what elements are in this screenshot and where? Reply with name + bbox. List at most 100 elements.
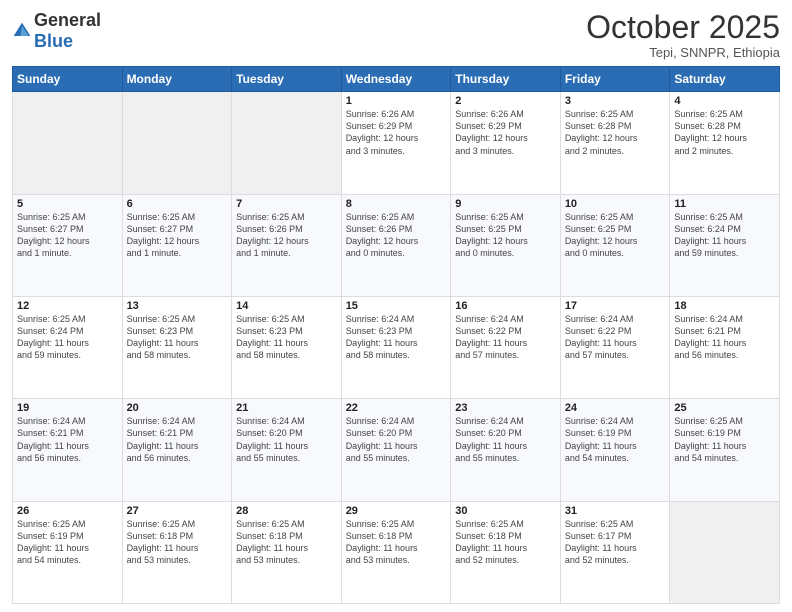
day-info: Sunrise: 6:25 AM Sunset: 6:23 PM Dayligh… [236, 313, 337, 362]
calendar-cell: 1Sunrise: 6:26 AM Sunset: 6:29 PM Daylig… [341, 92, 451, 194]
day-info: Sunrise: 6:25 AM Sunset: 6:19 PM Dayligh… [674, 415, 775, 464]
calendar-cell: 7Sunrise: 6:25 AM Sunset: 6:26 PM Daylig… [232, 194, 342, 296]
calendar-cell: 30Sunrise: 6:25 AM Sunset: 6:18 PM Dayli… [451, 501, 561, 603]
day-number: 30 [455, 505, 556, 517]
day-info: Sunrise: 6:24 AM Sunset: 6:23 PM Dayligh… [346, 313, 447, 362]
day-info: Sunrise: 6:25 AM Sunset: 6:25 PM Dayligh… [455, 211, 556, 260]
week-row-1: 1Sunrise: 6:26 AM Sunset: 6:29 PM Daylig… [13, 92, 780, 194]
calendar-body: 1Sunrise: 6:26 AM Sunset: 6:29 PM Daylig… [13, 92, 780, 604]
day-info: Sunrise: 6:25 AM Sunset: 6:24 PM Dayligh… [17, 313, 118, 362]
day-number: 12 [17, 300, 118, 312]
calendar-cell: 21Sunrise: 6:24 AM Sunset: 6:20 PM Dayli… [232, 399, 342, 501]
calendar-cell [13, 92, 123, 194]
calendar-cell: 10Sunrise: 6:25 AM Sunset: 6:25 PM Dayli… [560, 194, 670, 296]
calendar-cell: 26Sunrise: 6:25 AM Sunset: 6:19 PM Dayli… [13, 501, 123, 603]
day-info: Sunrise: 6:25 AM Sunset: 6:28 PM Dayligh… [565, 108, 666, 157]
calendar-cell [670, 501, 780, 603]
header-sunday: Sunday [13, 67, 123, 92]
day-info: Sunrise: 6:26 AM Sunset: 6:29 PM Dayligh… [346, 108, 447, 157]
day-info: Sunrise: 6:24 AM Sunset: 6:21 PM Dayligh… [127, 415, 228, 464]
day-number: 16 [455, 300, 556, 312]
week-row-5: 26Sunrise: 6:25 AM Sunset: 6:19 PM Dayli… [13, 501, 780, 603]
day-number: 10 [565, 198, 666, 210]
day-number: 27 [127, 505, 228, 517]
days-header-row: Sunday Monday Tuesday Wednesday Thursday… [13, 67, 780, 92]
day-info: Sunrise: 6:24 AM Sunset: 6:21 PM Dayligh… [17, 415, 118, 464]
calendar-cell: 14Sunrise: 6:25 AM Sunset: 6:23 PM Dayli… [232, 296, 342, 398]
week-row-3: 12Sunrise: 6:25 AM Sunset: 6:24 PM Dayli… [13, 296, 780, 398]
day-number: 15 [346, 300, 447, 312]
day-number: 8 [346, 198, 447, 210]
header-friday: Friday [560, 67, 670, 92]
day-number: 25 [674, 402, 775, 414]
calendar-cell: 9Sunrise: 6:25 AM Sunset: 6:25 PM Daylig… [451, 194, 561, 296]
calendar-cell: 5Sunrise: 6:25 AM Sunset: 6:27 PM Daylig… [13, 194, 123, 296]
logo-icon [12, 21, 32, 41]
day-number: 6 [127, 198, 228, 210]
day-info: Sunrise: 6:24 AM Sunset: 6:19 PM Dayligh… [565, 415, 666, 464]
calendar-cell: 12Sunrise: 6:25 AM Sunset: 6:24 PM Dayli… [13, 296, 123, 398]
calendar-cell: 8Sunrise: 6:25 AM Sunset: 6:26 PM Daylig… [341, 194, 451, 296]
calendar-cell [122, 92, 232, 194]
day-info: Sunrise: 6:26 AM Sunset: 6:29 PM Dayligh… [455, 108, 556, 157]
logo-general: General [34, 10, 101, 30]
calendar-cell: 6Sunrise: 6:25 AM Sunset: 6:27 PM Daylig… [122, 194, 232, 296]
calendar-cell: 27Sunrise: 6:25 AM Sunset: 6:18 PM Dayli… [122, 501, 232, 603]
day-info: Sunrise: 6:25 AM Sunset: 6:19 PM Dayligh… [17, 518, 118, 567]
calendar-cell: 3Sunrise: 6:25 AM Sunset: 6:28 PM Daylig… [560, 92, 670, 194]
day-number: 29 [346, 505, 447, 517]
calendar-cell: 29Sunrise: 6:25 AM Sunset: 6:18 PM Dayli… [341, 501, 451, 603]
calendar-table: Sunday Monday Tuesday Wednesday Thursday… [12, 66, 780, 604]
logo-text: General Blue [34, 10, 101, 52]
day-info: Sunrise: 6:25 AM Sunset: 6:18 PM Dayligh… [346, 518, 447, 567]
calendar-cell: 2Sunrise: 6:26 AM Sunset: 6:29 PM Daylig… [451, 92, 561, 194]
logo: General Blue [12, 10, 101, 52]
day-number: 17 [565, 300, 666, 312]
logo-blue: Blue [34, 31, 73, 51]
day-number: 11 [674, 198, 775, 210]
header-wednesday: Wednesday [341, 67, 451, 92]
day-info: Sunrise: 6:25 AM Sunset: 6:18 PM Dayligh… [455, 518, 556, 567]
calendar-cell: 13Sunrise: 6:25 AM Sunset: 6:23 PM Dayli… [122, 296, 232, 398]
day-number: 18 [674, 300, 775, 312]
day-number: 5 [17, 198, 118, 210]
day-number: 24 [565, 402, 666, 414]
day-number: 21 [236, 402, 337, 414]
day-info: Sunrise: 6:25 AM Sunset: 6:24 PM Dayligh… [674, 211, 775, 260]
day-info: Sunrise: 6:25 AM Sunset: 6:18 PM Dayligh… [236, 518, 337, 567]
day-number: 7 [236, 198, 337, 210]
day-info: Sunrise: 6:25 AM Sunset: 6:26 PM Dayligh… [236, 211, 337, 260]
calendar-cell: 16Sunrise: 6:24 AM Sunset: 6:22 PM Dayli… [451, 296, 561, 398]
day-info: Sunrise: 6:24 AM Sunset: 6:22 PM Dayligh… [565, 313, 666, 362]
day-number: 2 [455, 95, 556, 107]
day-number: 19 [17, 402, 118, 414]
calendar-cell: 20Sunrise: 6:24 AM Sunset: 6:21 PM Dayli… [122, 399, 232, 501]
header-saturday: Saturday [670, 67, 780, 92]
day-number: 20 [127, 402, 228, 414]
location: Tepi, SNNPR, Ethiopia [586, 45, 780, 60]
calendar-cell: 11Sunrise: 6:25 AM Sunset: 6:24 PM Dayli… [670, 194, 780, 296]
day-info: Sunrise: 6:25 AM Sunset: 6:18 PM Dayligh… [127, 518, 228, 567]
day-info: Sunrise: 6:24 AM Sunset: 6:20 PM Dayligh… [455, 415, 556, 464]
day-info: Sunrise: 6:25 AM Sunset: 6:27 PM Dayligh… [17, 211, 118, 260]
day-info: Sunrise: 6:25 AM Sunset: 6:26 PM Dayligh… [346, 211, 447, 260]
month-title: October 2025 [586, 10, 780, 45]
day-info: Sunrise: 6:25 AM Sunset: 6:27 PM Dayligh… [127, 211, 228, 260]
day-info: Sunrise: 6:25 AM Sunset: 6:17 PM Dayligh… [565, 518, 666, 567]
calendar-cell: 24Sunrise: 6:24 AM Sunset: 6:19 PM Dayli… [560, 399, 670, 501]
day-info: Sunrise: 6:24 AM Sunset: 6:20 PM Dayligh… [346, 415, 447, 464]
day-info: Sunrise: 6:24 AM Sunset: 6:21 PM Dayligh… [674, 313, 775, 362]
calendar-cell: 22Sunrise: 6:24 AM Sunset: 6:20 PM Dayli… [341, 399, 451, 501]
calendar-cell: 28Sunrise: 6:25 AM Sunset: 6:18 PM Dayli… [232, 501, 342, 603]
calendar-cell: 19Sunrise: 6:24 AM Sunset: 6:21 PM Dayli… [13, 399, 123, 501]
calendar-cell [232, 92, 342, 194]
header-tuesday: Tuesday [232, 67, 342, 92]
header: General Blue October 2025 Tepi, SNNPR, E… [12, 10, 780, 60]
day-info: Sunrise: 6:24 AM Sunset: 6:20 PM Dayligh… [236, 415, 337, 464]
day-info: Sunrise: 6:25 AM Sunset: 6:25 PM Dayligh… [565, 211, 666, 260]
week-row-4: 19Sunrise: 6:24 AM Sunset: 6:21 PM Dayli… [13, 399, 780, 501]
day-number: 4 [674, 95, 775, 107]
day-number: 9 [455, 198, 556, 210]
day-number: 28 [236, 505, 337, 517]
day-number: 1 [346, 95, 447, 107]
